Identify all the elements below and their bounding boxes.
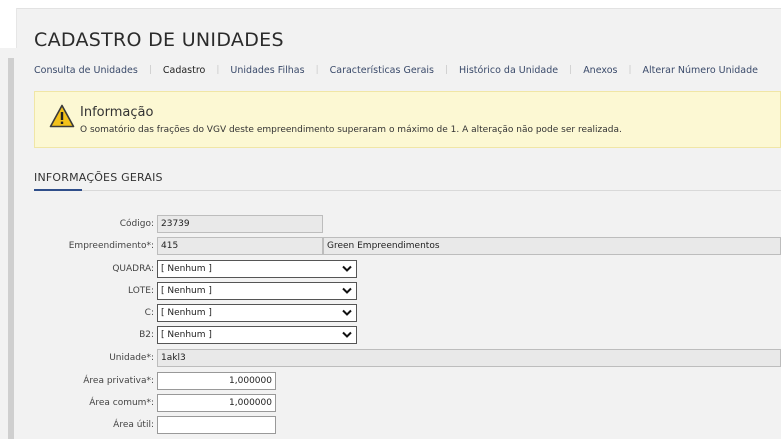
section-title-underline [34,189,82,191]
tab-unidades-filhas[interactable]: Unidades Filhas [230,65,304,76]
empreendimento-code-field: 415 [157,237,323,255]
codigo-field: 23739 [157,215,323,233]
c-select[interactable]: [ Nenhum ] [157,304,357,322]
quadra-select-value: [ Nenhum ] [161,264,212,274]
form-row-area-comum: Área comum*: 1,000000 [0,394,781,412]
form-row-codigo: Código: 23739 [0,215,781,233]
tab-separator: | [628,65,632,75]
area-privativa-input[interactable]: 1,000000 [157,372,276,390]
section-divider [34,190,781,191]
quadra-label: QUADRA: [112,264,154,274]
tab-historico-da-unidade[interactable]: Histórico da Unidade [459,65,558,76]
form-row-unidade: Unidade*: 1akl3 [0,349,781,367]
tab-anexos[interactable]: Anexos [583,65,617,76]
form-row-area-util: Área útil: [0,416,781,434]
area-privativa-label: Área privativa*: [83,376,154,386]
tab-separator: | [216,65,220,75]
empreendimento-name-field: Green Empreendimentos [323,237,781,255]
form-row-b2: B2: [ Nenhum ] [0,326,781,344]
b2-select[interactable]: [ Nenhum ] [157,326,357,344]
form-row-lote: LOTE: [ Nenhum ] [0,282,781,300]
form-row-empreendimento: Empreendimento*: 415 Green Empreendiment… [0,237,781,255]
lote-select[interactable]: [ Nenhum ] [157,282,357,300]
codigo-label: Código: [119,219,154,229]
info-alert: Informação O somatório das frações do VG… [34,91,781,148]
chevron-down-icon [342,309,352,316]
c-select-value: [ Nenhum ] [161,308,212,318]
tab-separator: | [148,65,152,75]
left-panel-edge [0,8,17,48]
tab-separator: | [569,65,573,75]
chevron-down-icon [342,287,352,294]
unidade-label: Unidade*: [109,353,154,363]
area-util-input[interactable] [157,416,276,434]
tab-caracteristicas-gerais[interactable]: Características Gerais [330,65,434,76]
section-title: INFORMAÇÕES GERAIS [34,171,163,184]
form-row-area-privativa: Área privativa*: 1,000000 [0,372,781,390]
tab-separator: | [445,65,449,75]
tab-alterar-numero-unidade[interactable]: Alterar Número Unidade [643,65,758,76]
alert-title: Informação [80,105,154,120]
c-label: C: [144,308,154,318]
page-title: CADASTRO DE UNIDADES [34,29,284,51]
lote-select-value: [ Nenhum ] [161,286,212,296]
top-bar [0,0,781,9]
chevron-down-icon [342,331,352,338]
form-row-c: C: [ Nenhum ] [0,304,781,322]
form-row-quadra: QUADRA: [ Nenhum ] [0,260,781,278]
tab-cadastro[interactable]: Cadastro [163,65,206,76]
chevron-down-icon [342,265,352,272]
area-comum-input[interactable]: 1,000000 [157,394,276,412]
area-comum-label: Área comum*: [89,398,154,408]
b2-label: B2: [139,330,154,340]
b2-select-value: [ Nenhum ] [161,330,212,340]
tab-separator: | [315,65,319,75]
empreendimento-label: Empreendimento*: [68,241,154,251]
tab-consulta-de-unidades[interactable]: Consulta de Unidades [34,65,138,76]
area-util-label: Área útil: [113,420,154,430]
warning-icon [49,104,75,128]
lote-label: LOTE: [128,286,154,296]
quadra-select[interactable]: [ Nenhum ] [157,260,357,278]
tab-bar: Consulta de Unidades | Cadastro | Unidad… [34,63,758,77]
alert-message: O somatório das frações do VGV deste emp… [80,125,622,135]
unidade-field: 1akl3 [157,349,781,367]
